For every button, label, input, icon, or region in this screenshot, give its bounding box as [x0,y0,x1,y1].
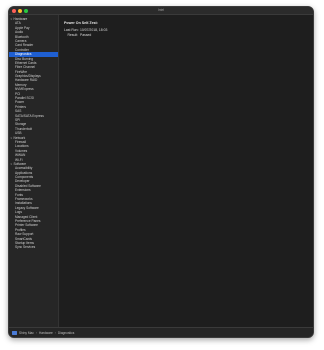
path-separator: › [35,330,37,335]
sidebar[interactable]: ▾ Hardware ATA Apple Pay Audio Bluetooth Camer… [9,15,59,327]
sidebar-group-label: Hardware [13,17,28,21]
path-bar: Shiny Mac › Hardware › Diagnostics [9,327,313,337]
sidebar-group-label: Software [13,161,27,166]
path-item[interactable]: Diagnostics [58,331,74,335]
sidebar-item[interactable]: Sync Services [9,245,58,249]
detail-value: Passed [80,32,92,37]
path-separator: › [54,330,56,335]
path-item[interactable]: Hardware [39,331,53,335]
path-item[interactable]: Shiny Mac [19,331,34,335]
detail-heading: Power On Self-Test: [64,21,98,25]
detail-key: Result: [67,32,78,37]
detail-pane: Power On Self-Test: Last Run: 10/07/2018… [60,15,313,327]
title-bar: Intel [9,7,313,15]
system-information-window: Intel ▾ Hardware ATA Apple Pay Audio Bluetoot… [8,6,314,338]
sidebar-group-label: Network [13,135,26,140]
computer-icon [12,330,17,335]
detail-table: Last Run: 10/07/2018, 18:03 Result: Pass… [64,28,313,37]
window-title: Intel [157,8,165,12]
